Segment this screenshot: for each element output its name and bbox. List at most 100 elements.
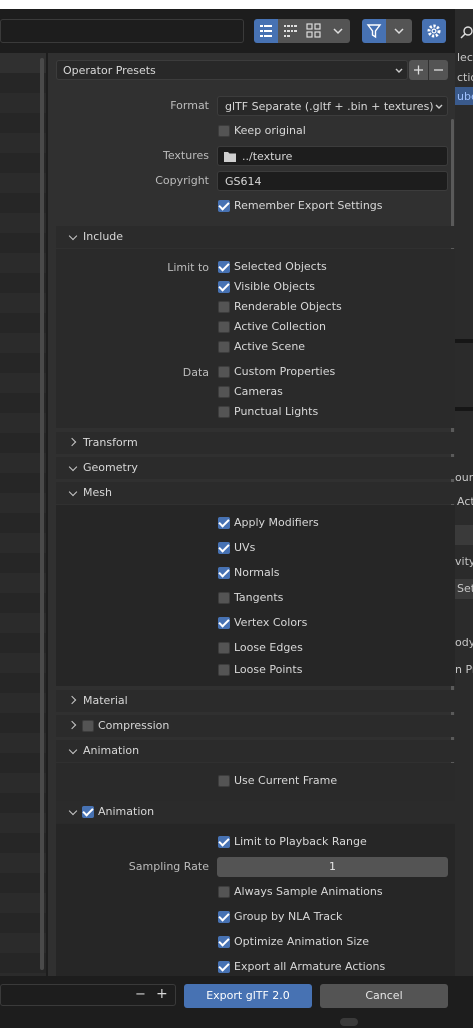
tangents-checkbox[interactable] <box>218 592 230 604</box>
resize-handle[interactable] <box>340 1018 358 1026</box>
chevron-down-icon <box>70 745 78 753</box>
side-panel: lect ctio ube oun Act vity Set ody n Pr <box>455 9 473 1028</box>
material-section-title: Material <box>83 694 128 707</box>
limit-to-label: Limit to <box>167 261 209 274</box>
filename-field[interactable]: − + <box>0 984 176 1006</box>
apply-modifiers-label: Apply Modifiers <box>234 516 319 529</box>
transform-section-title: Transform <box>83 436 138 449</box>
limit-playback-range-label: Limit to Playback Range <box>234 835 367 848</box>
sampling-rate-field[interactable]: 1 <box>217 857 448 877</box>
optimize-size-label: Optimize Animation Size <box>234 935 369 948</box>
vertex-colors-checkbox[interactable] <box>218 617 230 629</box>
cancel-button[interactable]: Cancel <box>320 984 448 1008</box>
punctual-lights-checkbox[interactable] <box>218 406 230 418</box>
horizontal-list-icon[interactable] <box>278 19 302 43</box>
side-field <box>455 525 473 545</box>
file-list-scrollbar[interactable] <box>40 58 44 970</box>
mesh-section-header[interactable]: Mesh <box>56 482 455 504</box>
decrement-button[interactable]: − <box>135 987 146 1002</box>
side-divider <box>455 407 473 411</box>
footer-bar: − + Export glTF 2.0 Cancel <box>0 976 473 1028</box>
renderable-objects-label: Renderable Objects <box>234 300 342 313</box>
export-armature-actions-checkbox[interactable] <box>218 961 230 973</box>
side-fragment: Set <box>457 582 473 595</box>
active-collection-checkbox[interactable] <box>218 321 230 333</box>
chevron-down-icon <box>435 104 443 109</box>
visible-objects-label: Visible Objects <box>234 280 315 293</box>
window-top-bar <box>0 0 473 9</box>
include-section-title: Include <box>83 230 124 243</box>
compression-checkbox[interactable] <box>82 720 94 732</box>
side-fragment: vity <box>455 555 473 568</box>
folder-icon <box>224 152 236 162</box>
selected-objects-label: Selected Objects <box>234 260 327 273</box>
thumbnails-icon[interactable] <box>302 19 326 43</box>
side-fragment: ube <box>457 90 473 103</box>
side-fragment: lect <box>457 51 473 64</box>
optimize-size-checkbox[interactable] <box>218 936 230 948</box>
always-sample-checkbox[interactable] <box>218 886 230 898</box>
cameras-checkbox[interactable] <box>218 386 230 398</box>
uvs-checkbox[interactable] <box>218 542 230 554</box>
copyright-field[interactable]: GS614 <box>217 171 448 191</box>
geometry-section-header[interactable]: Geometry <box>56 457 455 479</box>
loose-points-checkbox[interactable] <box>218 664 230 676</box>
export-armature-actions-label: Export all Armature Actions <box>234 960 386 973</box>
mesh-section-title: Mesh <box>83 486 112 499</box>
always-sample-label: Always Sample Animations <box>234 885 383 898</box>
filter-dropdown-chevron-icon[interactable] <box>386 19 412 43</box>
gear-icon[interactable] <box>422 19 446 43</box>
sampling-rate-label: Sampling Rate <box>128 860 209 873</box>
active-scene-label: Active Scene <box>234 340 306 353</box>
path-field[interactable] <box>0 19 244 43</box>
uvs-label: UVs <box>234 541 256 554</box>
textures-field[interactable]: ../texture <box>217 146 448 166</box>
vertical-list-icon[interactable] <box>254 19 278 43</box>
animation-section-header[interactable]: Animation <box>56 740 455 762</box>
renderable-objects-checkbox[interactable] <box>218 301 230 313</box>
normals-label: Normals <box>234 566 280 579</box>
export-gltf-label: Export glTF 2.0 <box>206 989 290 1002</box>
apply-modifiers-checkbox[interactable] <box>218 517 230 529</box>
search-icon[interactable] <box>455 23 473 41</box>
chevron-right-icon <box>69 720 77 728</box>
chevron-down-icon <box>70 462 78 470</box>
side-fragment: ctio <box>457 71 473 84</box>
chevron-down-icon <box>395 68 403 73</box>
animation-subsection-header[interactable]: Animation <box>56 801 455 823</box>
remember-settings-checkbox[interactable] <box>218 200 230 212</box>
export-gltf-button[interactable]: Export glTF 2.0 <box>184 984 312 1008</box>
format-dropdown[interactable]: glTF Separate (.gltf + .bin + textures) <box>217 96 448 116</box>
minus-icon <box>434 69 443 71</box>
custom-properties-checkbox[interactable] <box>218 366 230 378</box>
transform-section-header[interactable]: Transform <box>56 432 455 454</box>
group-nla-checkbox[interactable] <box>218 911 230 923</box>
side-fragment: n Pr <box>455 663 473 676</box>
material-section-header[interactable]: Material <box>56 690 455 712</box>
loose-edges-checkbox[interactable] <box>218 642 230 654</box>
visible-objects-checkbox[interactable] <box>218 281 230 293</box>
sampling-rate-value: 1 <box>329 860 336 873</box>
punctual-lights-label: Punctual Lights <box>234 405 319 418</box>
limit-playback-range-checkbox[interactable] <box>218 836 230 848</box>
include-section-body <box>56 249 455 428</box>
geometry-section-title: Geometry <box>83 461 138 474</box>
view-dropdown-chevron-icon[interactable] <box>326 19 350 43</box>
active-scene-checkbox[interactable] <box>218 341 230 353</box>
add-preset-button[interactable] <box>409 60 428 80</box>
loose-points-label: Loose Points <box>234 663 303 676</box>
compression-section-header[interactable]: Compression <box>56 715 455 737</box>
normals-checkbox[interactable] <box>218 567 230 579</box>
animation-enable-checkbox[interactable] <box>82 806 94 818</box>
keep-original-checkbox[interactable] <box>218 125 230 137</box>
use-current-frame-checkbox[interactable] <box>218 775 230 787</box>
operator-presets-dropdown[interactable]: Operator Presets <box>56 60 408 80</box>
textures-value: ../texture <box>242 150 293 163</box>
include-section-header[interactable]: Include <box>56 226 455 248</box>
funnel-icon[interactable] <box>362 19 386 43</box>
chevron-down-icon <box>70 231 78 239</box>
increment-button[interactable]: + <box>156 986 168 1002</box>
selected-objects-checkbox[interactable] <box>218 261 230 273</box>
remove-preset-button[interactable] <box>429 60 448 80</box>
vertex-colors-label: Vertex Colors <box>234 616 308 629</box>
